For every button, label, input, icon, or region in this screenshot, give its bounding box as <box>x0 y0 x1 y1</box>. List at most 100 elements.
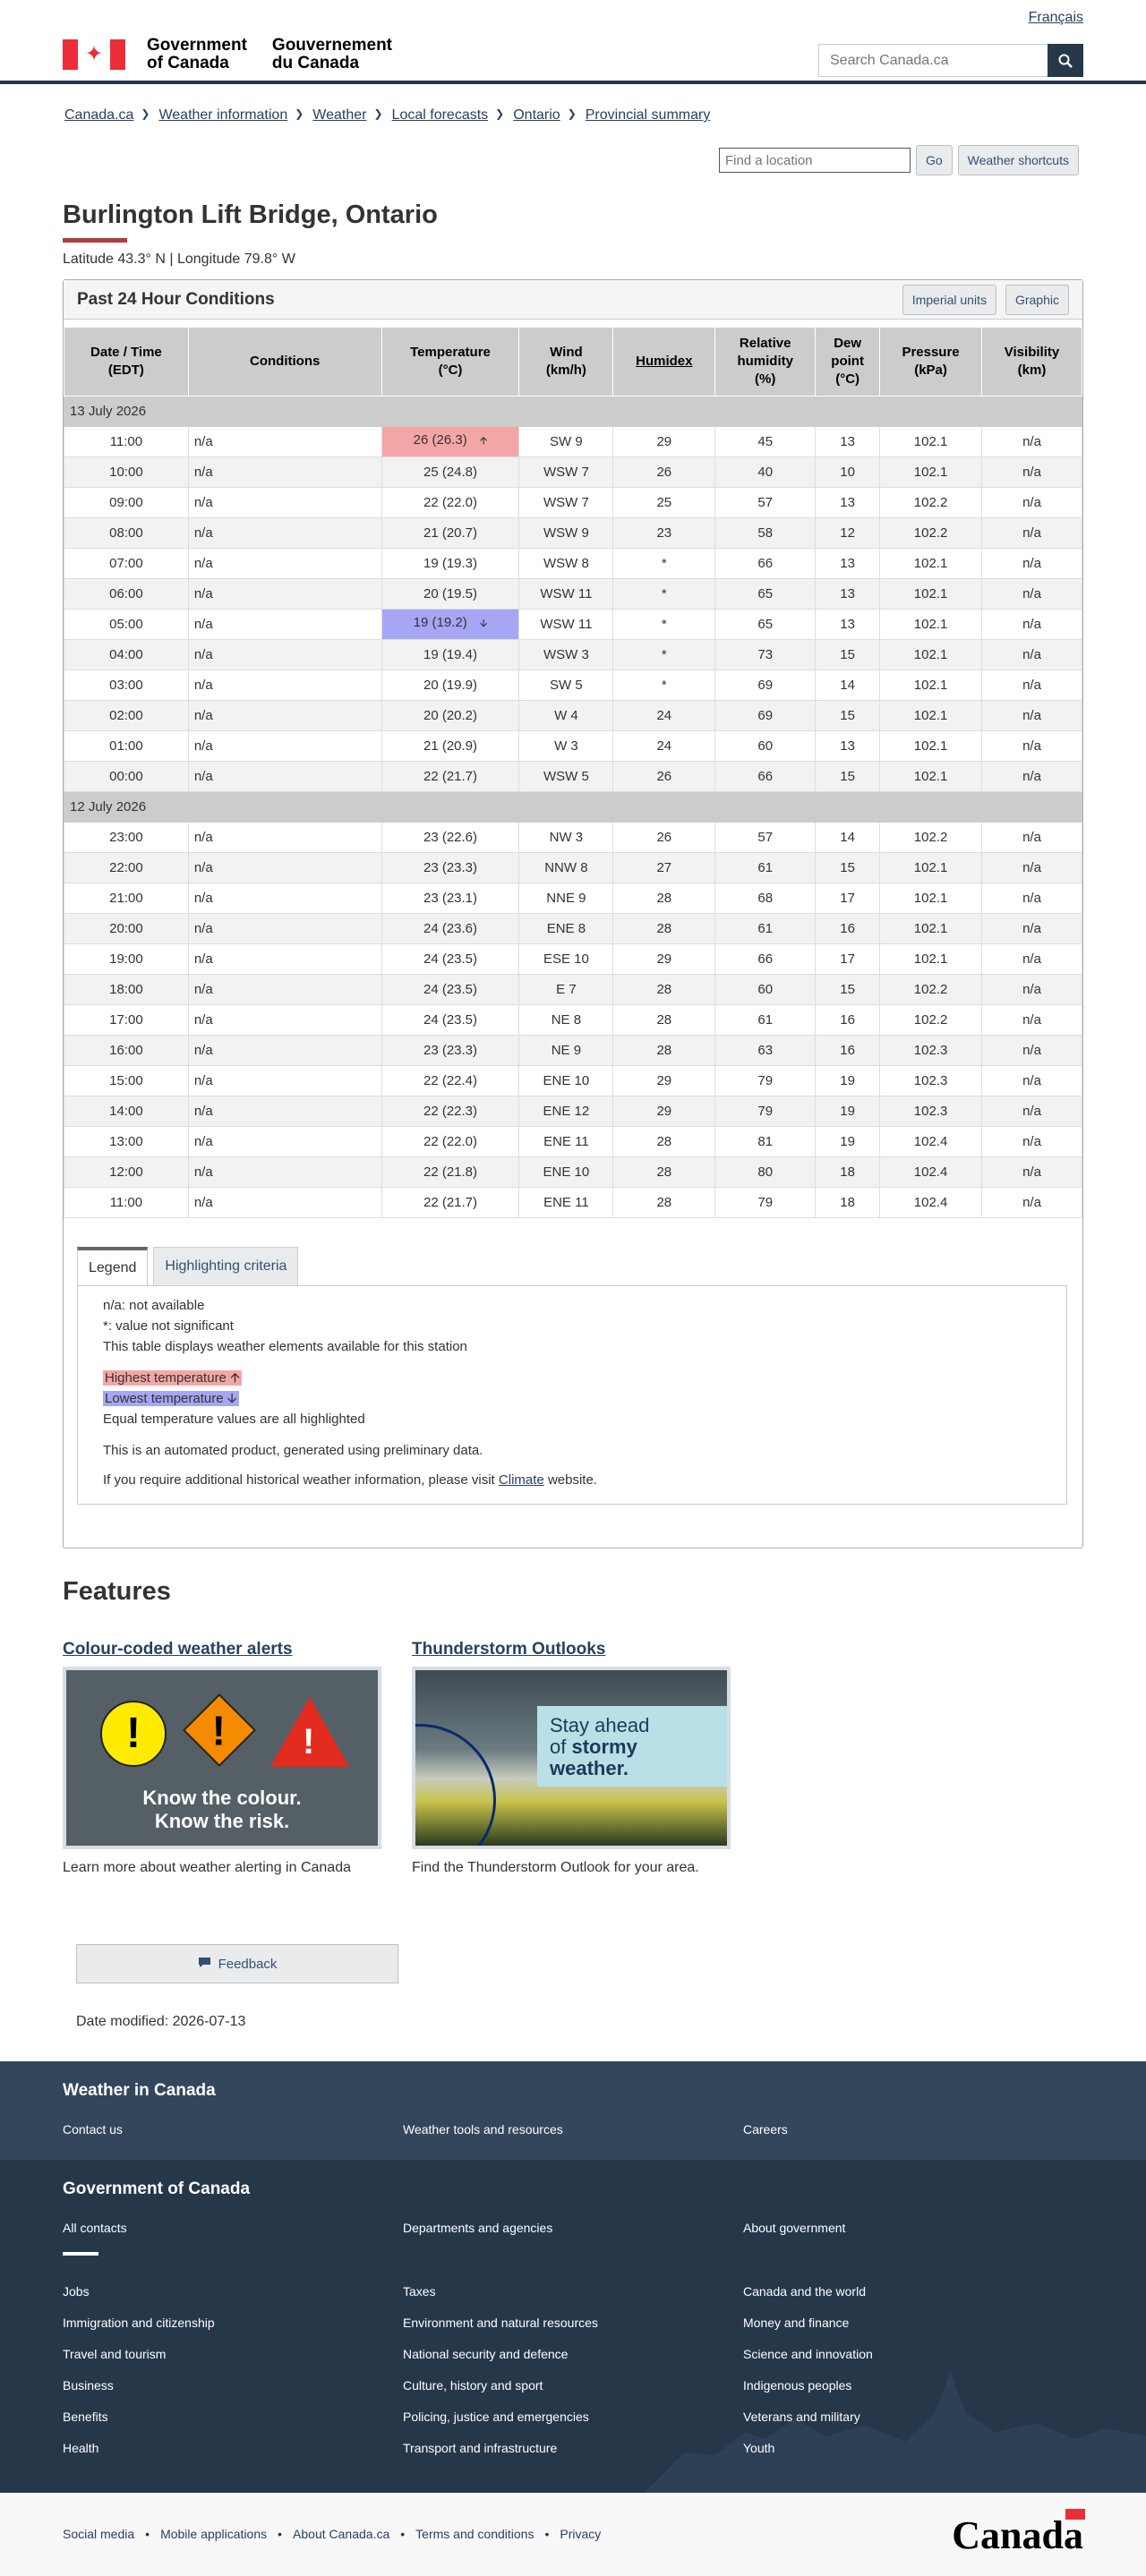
bottom-footer-link[interactable]: Mobile applications <box>160 2527 267 2541</box>
footer-link[interactable]: Environment and natural resources <box>403 2316 598 2330</box>
cell-dew-point: 16 <box>815 913 881 944</box>
footer-contact-us[interactable]: Contact us <box>63 2122 123 2137</box>
feature-thunderstorm-link[interactable]: Thunderstorm Outlooks <box>412 1640 734 1659</box>
breadcrumb-weather[interactable]: Weather <box>312 107 366 124</box>
bullet-separator: • <box>145 2527 150 2541</box>
feature-weather-alerts: Colour-coded weather alerts ! ! ! Know t… <box>63 1640 385 1876</box>
chevron-right-icon: ❯ <box>567 107 577 120</box>
cell-humidex: 28 <box>612 1156 716 1188</box>
cell-dew-point: 16 <box>815 1035 881 1066</box>
feedback-button[interactable]: Feedback <box>76 1944 398 1983</box>
cell-humidity: 61 <box>714 1004 817 1036</box>
site-search-input[interactable] <box>818 44 1048 77</box>
cell-pressure: 102.2 <box>879 822 982 853</box>
cell-conditions: n/a <box>187 822 382 853</box>
cell-time: 14:00 <box>64 1096 189 1127</box>
footer-link[interactable]: Youth <box>743 2441 774 2455</box>
footer-all-contacts[interactable]: All contacts <box>63 2221 127 2235</box>
cell-humidity: 79 <box>714 1065 817 1096</box>
cell-visibility: n/a <box>981 1156 1082 1188</box>
bottom-footer-link[interactable]: About Canada.ca <box>293 2527 389 2541</box>
cell-time: 22:00 <box>64 852 189 883</box>
cell-time: 15:00 <box>64 1065 189 1096</box>
footer-link[interactable]: Business <box>63 2378 114 2393</box>
footer-link[interactable]: Culture, history and sport <box>403 2378 543 2393</box>
footer-link[interactable]: Indigenous peoples <box>743 2378 851 2393</box>
footer-link[interactable]: National security and defence <box>403 2347 568 2361</box>
cell-temperature: 24 (23.5) <box>381 974 520 1005</box>
cell-humidity: 61 <box>714 852 817 883</box>
cell-wind: SW 5 <box>518 670 614 701</box>
cell-pressure: 102.3 <box>879 1096 982 1127</box>
breadcrumb-ontario[interactable]: Ontario <box>513 107 560 124</box>
footer-link[interactable]: Taxes <box>403 2284 436 2299</box>
climate-link[interactable]: Climate <box>499 1472 544 1488</box>
footer-departments[interactable]: Departments and agencies <box>403 2221 552 2235</box>
cell-pressure: 102.4 <box>879 1126 982 1157</box>
tab-highlighting-criteria[interactable]: Highlighting criteria <box>153 1247 299 1285</box>
col-humidex[interactable]: Humidex <box>612 327 716 397</box>
cell-humidity: 40 <box>714 456 817 488</box>
breadcrumb-canada[interactable]: Canada.ca <box>64 107 133 124</box>
footer-link[interactable]: Immigration and citizenship <box>63 2316 215 2330</box>
breadcrumb-local-forecasts[interactable]: Local forecasts <box>392 107 489 124</box>
footer-link[interactable]: Transport and infrastructure <box>403 2441 557 2455</box>
cell-time: 01:00 <box>64 730 189 762</box>
imperial-units-button[interactable]: Imperial units <box>902 284 996 315</box>
cell-time: 00:00 <box>64 761 189 792</box>
bottom-footer-link[interactable]: Terms and conditions <box>415 2527 534 2541</box>
cell-humidity: 66 <box>714 548 817 579</box>
footer-link[interactable]: Policing, justice and emergencies <box>403 2410 589 2424</box>
weather-shortcuts-button[interactable]: Weather shortcuts <box>957 145 1079 175</box>
footer-link[interactable]: Canada and the world <box>743 2284 866 2299</box>
footer-link[interactable]: Money and finance <box>743 2316 849 2330</box>
thunderstorm-image[interactable]: Stay ahead of stormy weather. <box>412 1667 731 1849</box>
table-row: 09:00 n/a 22 (22.0) WSW 7 25 57 13 102.2 n/a <box>64 487 1082 518</box>
cell-humidex: 26 <box>612 761 716 792</box>
footer-link[interactable]: Health <box>63 2441 98 2455</box>
cell-conditions: n/a <box>187 761 382 792</box>
cell-pressure: 102.1 <box>879 426 982 457</box>
graphic-button[interactable]: Graphic <box>1005 284 1069 315</box>
footer-link[interactable]: Veterans and military <box>743 2410 860 2424</box>
go-button[interactable]: Go <box>915 145 953 175</box>
footer-weather-tools[interactable]: Weather tools and resources <box>403 2122 563 2137</box>
cell-time: 11:00 <box>64 1187 189 1218</box>
cell-humidex: 29 <box>612 1065 716 1096</box>
cell-pressure: 102.3 <box>879 1065 982 1096</box>
footer-link[interactable]: Travel and tourism <box>63 2347 166 2361</box>
cell-pressure: 102.1 <box>879 761 982 792</box>
tab-legend[interactable]: Legend <box>77 1247 149 1285</box>
footer-link[interactable]: Benefits <box>63 2410 108 2424</box>
chevron-right-icon: ❯ <box>495 107 505 120</box>
footer-about-government[interactable]: About government <box>743 2221 845 2235</box>
breadcrumb-weather-information[interactable]: Weather information <box>158 107 287 124</box>
cell-visibility: n/a <box>981 456 1082 488</box>
table-row: 12:00 n/a 22 (21.8) ENE 10 28 80 18 102.4 n/a <box>64 1156 1082 1188</box>
bottom-footer-link[interactable]: Privacy <box>560 2527 601 2541</box>
bottom-footer-link[interactable]: Social media <box>63 2527 134 2541</box>
cell-dew-point: 15 <box>815 852 881 883</box>
feature-alerts-link[interactable]: Colour-coded weather alerts <box>63 1640 385 1659</box>
footer-link[interactable]: Jobs <box>63 2284 90 2299</box>
table-row: 01:00 n/a 21 (20.9) W 3 24 60 13 102.1 n/a <box>64 730 1082 762</box>
cell-humidex: 28 <box>612 1035 716 1066</box>
footer-careers[interactable]: Careers <box>743 2122 788 2137</box>
government-signature[interactable]: ✦ Government of Canada Gouvernement du Can… <box>63 37 392 73</box>
cell-wind: WSW 8 <box>518 548 614 579</box>
table-row: 05:00 n/a 19 (19.2) 🡫 WSW 11 * 65 13 102.1 n/a <box>64 609 1082 640</box>
cell-conditions: n/a <box>187 548 382 579</box>
cell-humidex: * <box>612 670 716 701</box>
language-toggle-link[interactable]: Français <box>1029 10 1083 26</box>
find-location-input[interactable] <box>718 148 911 173</box>
cell-wind: E 7 <box>518 974 614 1005</box>
cell-humidex: 29 <box>612 943 716 975</box>
arrow-down-icon: 🡫 <box>227 1391 237 1406</box>
search-button[interactable] <box>1048 44 1083 77</box>
breadcrumb-provincial-summary[interactable]: Provincial summary <box>586 107 711 124</box>
cell-pressure: 102.3 <box>879 1035 982 1066</box>
weather-alerts-image[interactable]: ! ! ! Know the colour. Know the risk. <box>63 1667 381 1849</box>
cell-visibility: n/a <box>981 883 1082 914</box>
footer-link[interactable]: Science and innovation <box>743 2347 873 2361</box>
table-row: 03:00 n/a 20 (19.9) SW 5 * 69 14 102.1 n/a <box>64 670 1082 701</box>
